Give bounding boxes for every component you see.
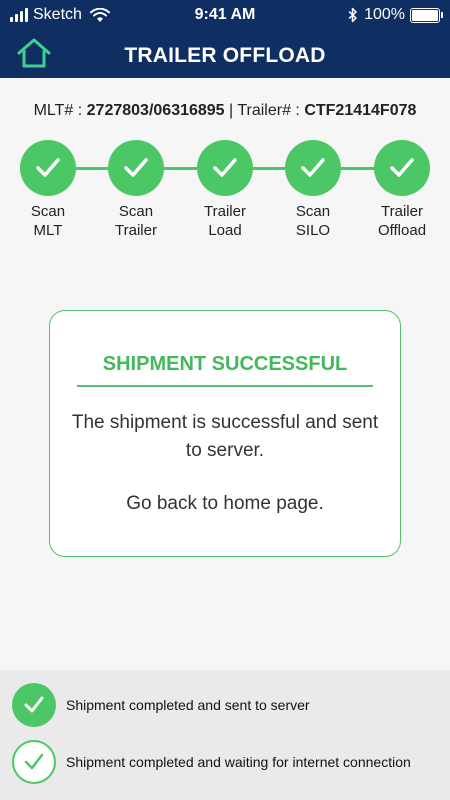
trailer-value: CTF21414F078 bbox=[304, 102, 417, 119]
dialog-message: The shipment is successful and sent to s… bbox=[71, 412, 379, 461]
step-trailer-load: Trailer Load bbox=[180, 140, 270, 240]
battery-icon bbox=[410, 7, 443, 23]
dialog-title: SHIPMENT SUCCESSFUL bbox=[102, 353, 348, 375]
battery-percent: 100% bbox=[364, 6, 405, 23]
status-right: 100% bbox=[348, 6, 443, 24]
legend-text: Shipment completed and sent to server bbox=[66, 697, 310, 713]
go-home-link[interactable]: Go back to home page. bbox=[50, 493, 400, 515]
app-header: Sketch 9:41 AM 100% TRAILER OFFLOAD bbox=[0, 0, 450, 78]
check-icon bbox=[12, 683, 56, 727]
check-icon bbox=[108, 140, 164, 196]
check-icon bbox=[197, 140, 253, 196]
legend-item-waiting: Shipment completed and waiting for inter… bbox=[12, 740, 411, 784]
success-dialog: SHIPMENT SUCCESSFUL The shipment is succ… bbox=[49, 310, 401, 557]
page-title: TRAILER OFFLOAD bbox=[124, 44, 326, 67]
check-icon bbox=[20, 140, 76, 196]
mlt-value: 2727803/06316895 bbox=[86, 102, 225, 119]
step-label: Trailer Load bbox=[204, 203, 246, 239]
step-label: Scan MLT bbox=[30, 203, 66, 239]
step-scan-silo: Scan SILO bbox=[268, 140, 358, 240]
shipment-info: MLT# : 2727803/06316895 | Trailer# : CTF… bbox=[0, 102, 450, 120]
progress-steps: Scan MLT Scan Trailer Trailer Load Scan … bbox=[0, 140, 450, 250]
step-scan-trailer: Scan Trailer bbox=[91, 140, 181, 240]
dialog-divider bbox=[77, 385, 373, 387]
mlt-label: MLT# : bbox=[33, 102, 83, 119]
status-legend: Shipment completed and sent to server Sh… bbox=[0, 670, 450, 800]
legend-text: Shipment completed and waiting for inter… bbox=[66, 754, 411, 770]
step-scan-mlt: Scan MLT bbox=[3, 140, 93, 240]
check-icon bbox=[285, 140, 341, 196]
info-separator: | bbox=[229, 102, 234, 119]
check-outline-icon bbox=[12, 740, 56, 784]
check-icon bbox=[374, 140, 430, 196]
step-label: Trailer Offload bbox=[377, 203, 427, 239]
step-trailer-offload: Trailer Offload bbox=[357, 140, 447, 240]
step-label: Scan SILO bbox=[295, 203, 331, 239]
legend-item-sent: Shipment completed and sent to server bbox=[12, 683, 310, 727]
bluetooth-icon bbox=[348, 7, 357, 23]
step-label: Scan Trailer bbox=[115, 203, 157, 239]
trailer-label: Trailer# : bbox=[237, 102, 300, 119]
status-bar: Sketch 9:41 AM 100% bbox=[0, 0, 450, 30]
